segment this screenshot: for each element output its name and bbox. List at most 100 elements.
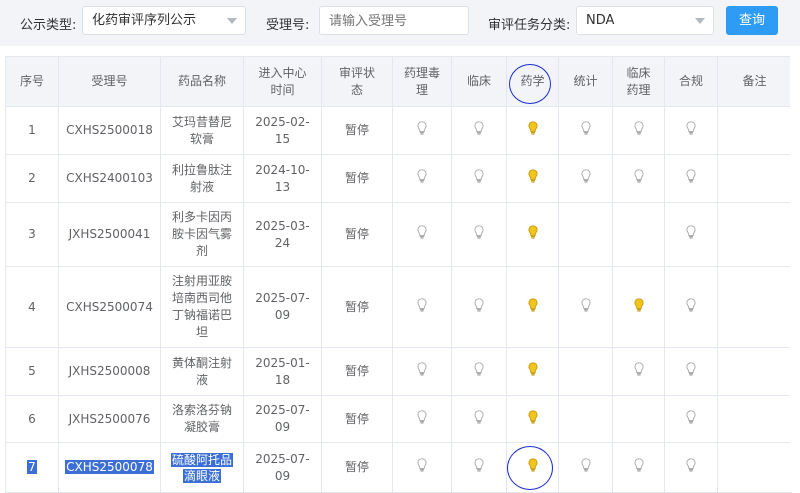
type-select[interactable]: 化药审评序列公示 [82,6,246,35]
header-stats: 统计 [558,56,613,107]
type-select-value: 化药审评序列公示 [92,13,197,28]
table-row[interactable]: 7 CXHS2500078 硫酸阿托品 滴眼液 2025-07- 09 暂停 [5,442,792,493]
accept-input[interactable] [319,6,469,35]
lightbulb-icon[interactable] [417,225,427,244]
status-text: 暂停 [344,299,369,314]
lightbulb-icon[interactable] [686,458,696,477]
cell-date: 2025-07- 09 [243,266,322,348]
lightbulb-icon[interactable] [527,225,538,244]
lightbulb-icon[interactable] [633,297,644,317]
table-header: 序号 受理号 药品名称 进入中心 时间 审评状态 药理毒理 临床 药学 统计 临床… [5,56,792,107]
lightbulb-icon[interactable] [686,409,696,429]
accept-text: CXHS2500018 [66,123,153,137]
cell-status: 暂停 [321,442,393,493]
header-enter-line2: 时间 [270,82,295,97]
lightbulb-icon[interactable] [527,121,538,140]
cell-pharmacy [506,442,559,493]
cell-status: 暂停 [321,154,393,203]
lightbulb-icon[interactable] [580,169,591,188]
lightbulb-icon[interactable] [417,121,427,140]
cell-accept: JXHS2500041 [58,202,161,267]
cell-stats [558,202,613,267]
table-row[interactable]: 3 JXHS2500041 利多卡因丙 胺卡因气雾剂 2025-03- 24 暂停 [5,202,792,267]
lightbulb-icon[interactable] [474,121,484,140]
name-line: 胺卡因气雾 [171,227,232,241]
cell-clinical [451,395,507,443]
lightbulb-icon[interactable] [580,121,591,140]
cell-clinical [451,154,507,203]
lightbulb-icon[interactable] [527,169,538,188]
filter-bar: 公示类型: 化药审评序列公示 受理号: 审评任务分类: NDA 查询 [0,0,800,46]
lightbulb-icon[interactable] [527,409,538,429]
lightbulb-icon[interactable] [527,297,538,317]
cell-clinpharm [612,266,665,348]
cell-accept: CXHS2400103 [58,154,161,203]
lightbulb-icon[interactable] [474,169,484,188]
lightbulb-icon[interactable] [417,297,427,317]
lightbulb-icon[interactable] [474,409,484,429]
table-row[interactable]: 6 JXHS2500076 洛索洛芬钠 凝胶膏 2025-07- 09 暂停 [5,395,792,443]
cell-clinical [451,202,507,267]
cell-date: 2025-07- 09 [243,442,322,493]
seq-text: 3 [28,227,36,241]
cell-clinpharm [612,106,665,155]
cell-seq: 6 [5,395,59,443]
cell-seq: 7 [5,442,59,493]
date-line: 13 [274,179,291,194]
date-line: 2025-01- [255,355,310,370]
cell-stats [558,266,613,348]
cell-date: 2025-02- 15 [243,106,322,155]
lightbulb-icon[interactable] [527,458,538,477]
date-line: 2025-07- [255,291,310,305]
name-line: 滴眼液 [182,468,221,483]
cell-pharmtox [392,347,452,396]
query-button[interactable]: 查询 [726,6,778,35]
date-line: 2025-07- [255,451,310,466]
lightbulb-icon[interactable] [633,458,644,477]
lightbulb-icon[interactable] [417,409,427,429]
cell-seq: 4 [5,266,59,348]
table-row[interactable]: 5 JXHS2500008 黄体酮注射液 2025-01- 18 暂停 [5,347,792,396]
header-name: 药品名称 [160,56,244,107]
lightbulb-icon[interactable] [417,169,427,188]
lightbulb-icon[interactable] [417,362,427,381]
name-line: 黄体酮注射 [171,355,232,370]
accept-text: CXHS2500074 [66,299,153,314]
cell-name: 利拉鲁肽注 射液 [160,154,244,203]
status-text: 暂停 [344,460,369,474]
cell-name: 艾玛昔替尼 软膏 [160,106,244,155]
lightbulb-icon[interactable] [474,458,484,477]
lightbulb-icon[interactable] [580,297,591,317]
table-row[interactable]: 1 CXHS2500018 艾玛昔替尼 软膏 2025-02- 15 暂停 [5,106,792,155]
lightbulb-icon[interactable] [686,297,696,317]
lightbulb-icon[interactable] [686,169,696,188]
lightbulb-icon[interactable] [417,458,427,477]
lightbulb-icon[interactable] [474,362,484,381]
header-clinpharm-line2: 药理 [626,82,651,97]
task-select[interactable]: NDA [576,6,714,35]
lightbulb-icon[interactable] [633,169,644,188]
lightbulb-icon[interactable] [686,121,696,140]
cell-compliance [664,202,718,267]
name-line: 液 [195,372,208,387]
cell-compliance [664,347,718,396]
lightbulb-icon[interactable] [527,362,538,381]
header-seq: 序号 [5,56,59,107]
cell-accept: CXHS2500074 [58,266,161,348]
seq-text: 1 [28,123,36,137]
cell-remarks [717,106,792,155]
lightbulb-icon[interactable] [474,225,484,244]
lightbulb-icon[interactable] [686,362,696,381]
cell-clinical [451,266,507,348]
cell-stats [558,347,613,396]
lightbulb-icon[interactable] [474,297,484,317]
lightbulb-icon[interactable] [686,225,696,244]
lightbulb-icon[interactable] [580,458,591,477]
table-row[interactable]: 4 CXHS2500074 注射用亚胺 培南西司他 丁钠福诺巴坦 2025-07- 09 暂停 [5,266,792,348]
lightbulb-icon[interactable] [633,121,644,140]
status-text: 暂停 [344,227,369,241]
date-line: 2025-07- [255,403,310,417]
cell-seq: 5 [5,347,59,396]
lightbulb-icon[interactable] [633,362,644,381]
table-row[interactable]: 2 CXHS2400103 利拉鲁肽注 射液 2024-10- 13 暂停 [5,154,792,203]
